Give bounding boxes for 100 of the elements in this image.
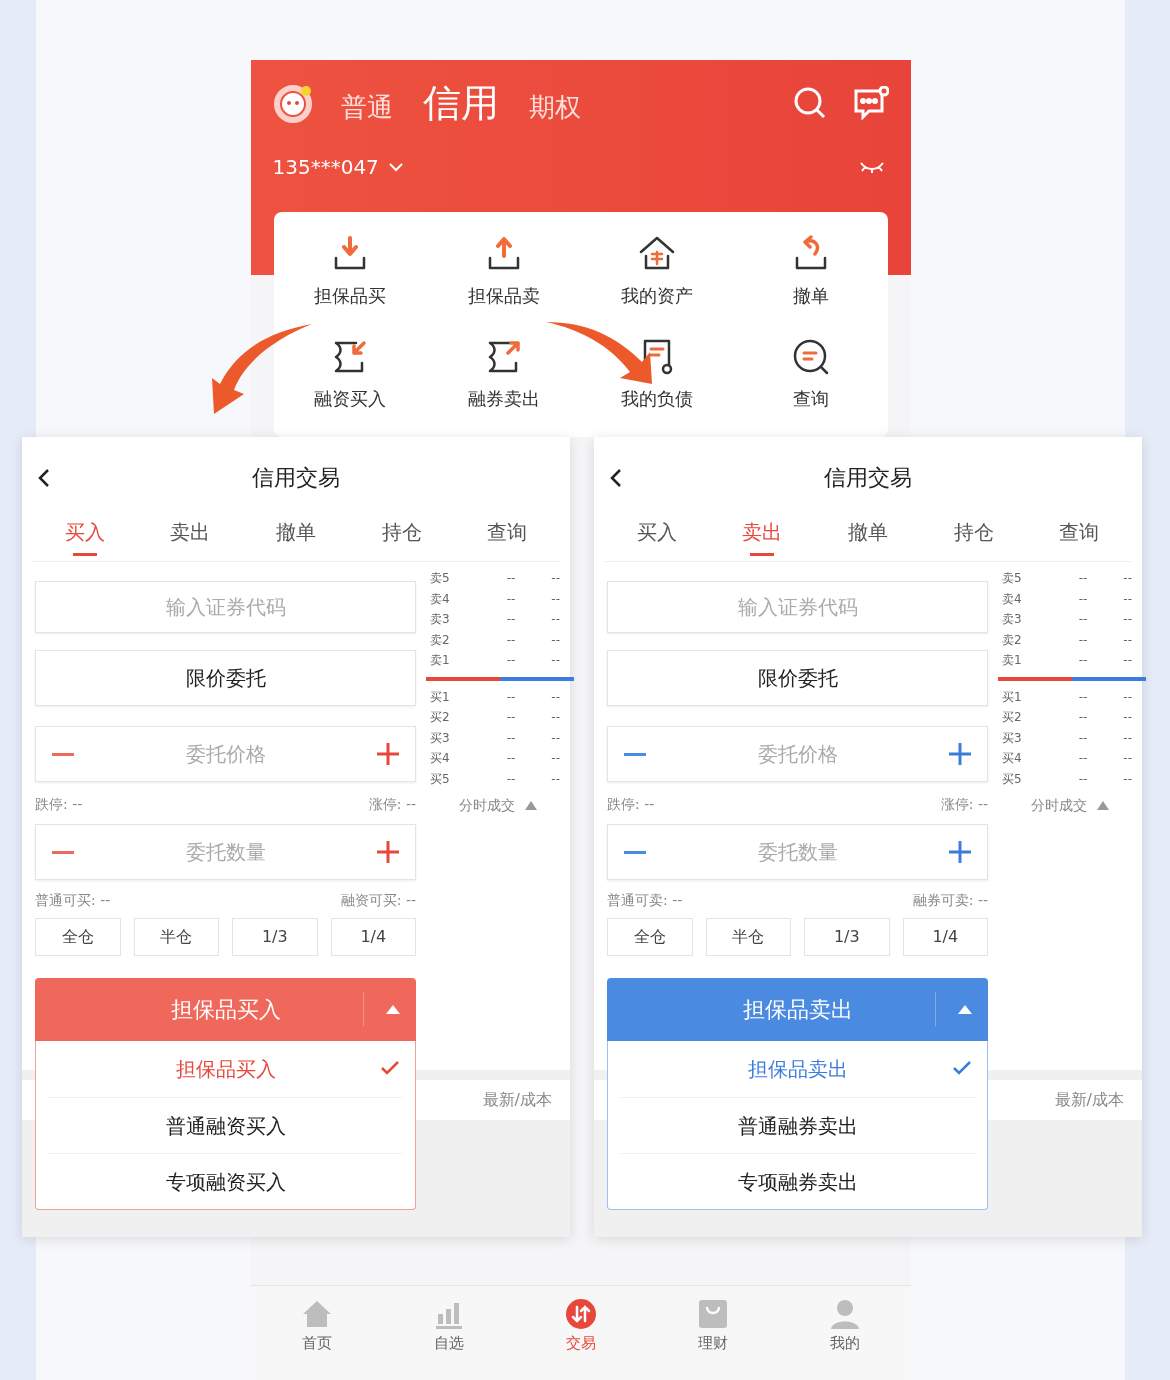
trade-tab[interactable]: 持仓 <box>348 517 455 561</box>
nav-item[interactable]: 交易 <box>514 1298 647 1380</box>
submit-dropdown-button[interactable]: 担保品卖出 <box>607 978 988 1041</box>
book-level: 买3 <box>1002 729 1023 747</box>
back-icon[interactable] <box>610 468 622 488</box>
price-input[interactable]: 委托价格 <box>74 739 377 769</box>
position-ratio-button[interactable]: 全仓 <box>607 918 693 956</box>
dropdown-option[interactable]: 普通融资买入 <box>48 1097 403 1153</box>
nav-item[interactable]: 首页 <box>250 1298 383 1380</box>
page-title: 信用交易 <box>824 463 912 492</box>
shortcut-item[interactable]: 担保品卖 <box>427 232 581 332</box>
book-volume: -- <box>550 770 560 788</box>
trade-tab[interactable]: 查询 <box>1026 517 1132 561</box>
book-price: -- <box>505 590 517 608</box>
minus-icon[interactable] <box>52 850 74 854</box>
book-price: -- <box>1077 770 1089 788</box>
book-volume: -- <box>1122 652 1132 670</box>
book-volume: -- <box>1122 570 1132 588</box>
book-volume: -- <box>1122 688 1132 706</box>
minus-icon[interactable] <box>52 752 74 756</box>
book-price: -- <box>505 631 517 649</box>
trade-tab[interactable]: 撤单 <box>815 517 921 561</box>
code-field[interactable]: 输入证券代码 <box>35 581 416 633</box>
ticks-toggle[interactable]: 分时成交 <box>459 795 515 816</box>
nav-item[interactable]: 自选 <box>382 1298 515 1380</box>
shortcut-item[interactable]: 我的资产 <box>580 232 734 332</box>
available-label: 融资可买: -- <box>340 891 416 910</box>
trade-tab[interactable]: 持仓 <box>920 517 1027 561</box>
minus-icon[interactable] <box>624 850 646 854</box>
caret-up-icon[interactable] <box>386 1005 400 1014</box>
plus-icon[interactable] <box>377 743 399 765</box>
position-ratio-button[interactable]: 1/3 <box>232 918 318 956</box>
price-input[interactable]: 委托价格 <box>646 739 949 769</box>
code-field[interactable]: 输入证券代码 <box>607 581 988 633</box>
quantity-stepper[interactable]: 委托数量 <box>35 824 416 880</box>
book-volume: -- <box>1122 590 1132 608</box>
caret-up-icon[interactable] <box>1097 801 1109 810</box>
quantity-stepper[interactable]: 委托数量 <box>607 824 988 880</box>
position-ratio-button[interactable]: 半仓 <box>705 918 791 956</box>
caret-up-icon[interactable] <box>958 1005 972 1014</box>
order-type-select[interactable]: 限价委托 <box>35 650 416 706</box>
column-header: 最新/成本 <box>482 1089 552 1111</box>
checkmark-icon <box>381 1061 399 1075</box>
limit-down-label: 跌停: -- <box>607 795 655 814</box>
search-icon[interactable] <box>792 86 827 120</box>
book-price: -- <box>505 770 517 788</box>
shortcut-item[interactable]: 撤单 <box>734 232 888 332</box>
plus-icon[interactable] <box>377 841 399 863</box>
trade-tab[interactable]: 买入 <box>32 517 138 561</box>
eye-closed-icon[interactable] <box>858 160 885 174</box>
shortcut-item[interactable]: 担保品买 <box>273 232 427 332</box>
trade-tab[interactable]: 撤单 <box>243 517 349 561</box>
position-ratio-button[interactable]: 全仓 <box>35 918 121 956</box>
book-level: 卖3 <box>1002 611 1023 629</box>
caret-up-icon[interactable] <box>525 801 537 810</box>
book-price: -- <box>1077 750 1089 768</box>
position-ratio-button[interactable]: 1/3 <box>804 918 890 956</box>
minus-icon[interactable] <box>624 752 646 756</box>
book-volume: -- <box>550 570 560 588</box>
trade-tab[interactable]: 卖出 <box>709 517 816 561</box>
dropdown-option[interactable]: 普通融券卖出 <box>620 1097 975 1153</box>
dropdown-option[interactable]: 担保品买入 <box>48 1041 403 1097</box>
plus-icon[interactable] <box>949 743 971 765</box>
position-ratio-button[interactable]: 1/4 <box>902 918 988 956</box>
price-stepper[interactable]: 委托价格 <box>35 726 416 782</box>
quantity-input[interactable]: 委托数量 <box>74 837 377 867</box>
shortcut-item[interactable]: 融券卖出 <box>427 334 581 435</box>
message-icon[interactable] <box>852 86 889 120</box>
ticks-toggle[interactable]: 分时成交 <box>1031 795 1087 816</box>
trade-tab[interactable]: 卖出 <box>137 517 244 561</box>
book-price: -- <box>505 570 517 588</box>
plus-icon[interactable] <box>949 841 971 863</box>
quantity-input[interactable]: 委托数量 <box>646 837 949 867</box>
book-volume: -- <box>1122 709 1132 727</box>
book-level: 买4 <box>1002 750 1023 768</box>
mode-tab[interactable]: 信用 <box>422 84 499 122</box>
book-level: 卖1 <box>430 652 451 670</box>
limit-up-label: 涨停: -- <box>940 795 988 814</box>
book-volume: -- <box>1122 729 1132 747</box>
chevron-down-icon[interactable] <box>388 162 403 172</box>
trade-tab[interactable]: 查询 <box>454 517 560 561</box>
account-number[interactable]: 135***047 <box>272 152 379 182</box>
book-level: 买1 <box>1002 688 1023 706</box>
price-stepper[interactable]: 委托价格 <box>607 726 988 782</box>
book-level: 卖1 <box>1002 652 1023 670</box>
nav-item[interactable]: 理财 <box>646 1298 779 1380</box>
book-price: -- <box>1077 688 1089 706</box>
dropdown-option[interactable]: 担保品卖出 <box>620 1041 975 1097</box>
order-type-select[interactable]: 限价委托 <box>607 650 988 706</box>
shortcut-item[interactable]: 我的负债 <box>580 334 734 435</box>
shortcut-item[interactable]: 融资买入 <box>273 334 427 435</box>
position-ratio-button[interactable]: 半仓 <box>133 918 219 956</box>
book-level: 卖5 <box>1002 570 1023 588</box>
back-icon[interactable] <box>38 468 50 488</box>
trade-tab[interactable]: 买入 <box>604 517 710 561</box>
position-ratio-button[interactable]: 1/4 <box>330 918 416 956</box>
shortcut-item[interactable]: 查询 <box>734 334 888 435</box>
smiley-logo-icon <box>272 82 315 124</box>
book-volume: -- <box>550 611 560 629</box>
nav-item[interactable]: 我的 <box>778 1298 911 1380</box>
